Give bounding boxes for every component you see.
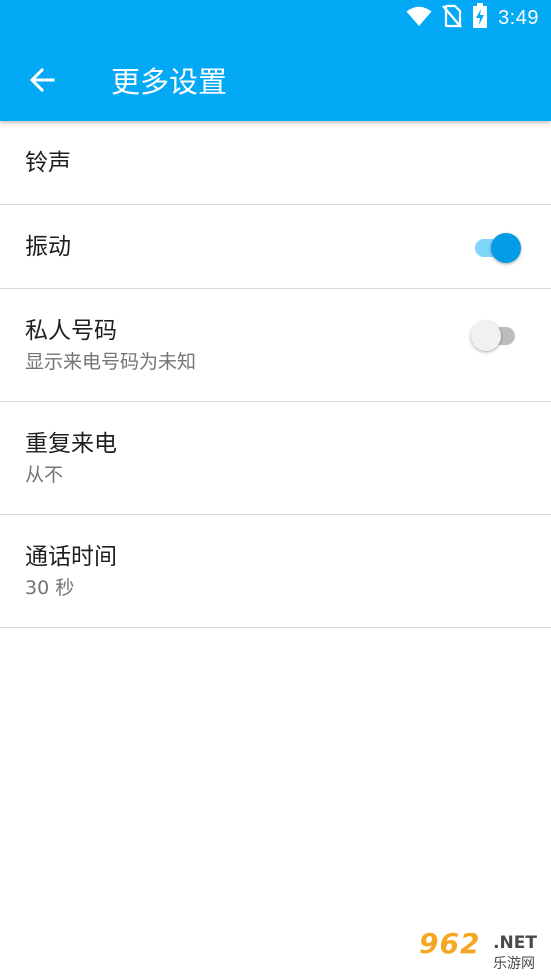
vibrate-switch[interactable]: [471, 231, 521, 263]
back-button[interactable]: [20, 60, 64, 104]
setting-private-number[interactable]: 私人号码 显示来电号码为未知: [0, 289, 551, 402]
setting-subtitle: 显示来电号码为未知: [25, 351, 197, 373]
watermark-logo: 962 .NET 乐游网: [413, 927, 543, 973]
setting-title: 私人号码: [25, 318, 117, 344]
status-bar: 3:49: [0, 0, 551, 36]
setting-title: 振动: [25, 234, 71, 260]
status-time: 3:49: [498, 6, 539, 29]
setting-vibrate[interactable]: 振动: [0, 205, 551, 289]
status-icons: 3:49: [406, 3, 539, 33]
app-bar: 3:49 更多设置: [0, 0, 551, 121]
setting-subtitle: 从不: [25, 464, 64, 486]
watermark-caption: 乐游网: [493, 956, 535, 972]
setting-call-duration[interactable]: 通话时间 30 秒: [0, 515, 551, 628]
setting-subtitle: 30 秒: [25, 577, 75, 599]
switch-thumb: [471, 321, 501, 351]
setting-repeat-call[interactable]: 重复来电 从不: [0, 402, 551, 515]
watermark-brand: 962: [419, 927, 481, 960]
settings-list: 铃声 振动 私人号码 显示来电号码为未知 重复来电 从不 通话时间 30 秒: [0, 121, 551, 628]
private-number-switch[interactable]: [471, 319, 521, 351]
setting-title: 通话时间: [25, 544, 117, 570]
setting-title: 铃声: [25, 150, 71, 176]
setting-title: 重复来电: [25, 431, 117, 457]
arrow-back-icon: [29, 67, 55, 97]
switch-thumb: [491, 233, 521, 263]
toolbar: 更多设置: [0, 40, 551, 120]
battery-charging-icon: [472, 3, 488, 33]
watermark-domain: .NET: [493, 933, 537, 953]
page-title: 更多设置: [111, 65, 228, 99]
wifi-icon: [406, 5, 432, 31]
no-sim-icon: [442, 4, 462, 32]
setting-ringtone[interactable]: 铃声: [0, 121, 551, 205]
